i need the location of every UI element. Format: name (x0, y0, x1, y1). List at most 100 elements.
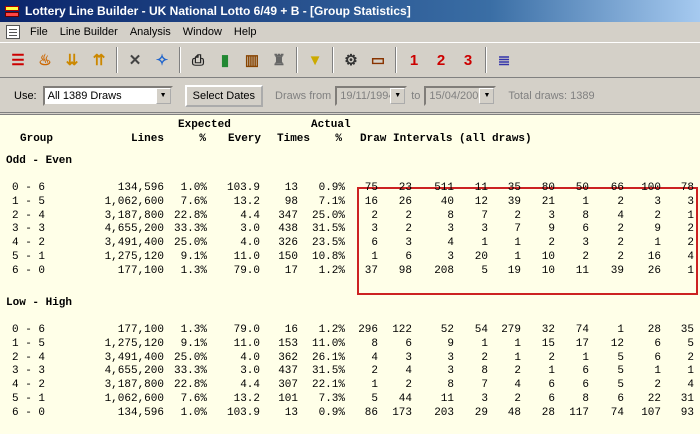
interval-cell: 16 (364, 195, 378, 208)
interval-cell: 1 (371, 251, 378, 263)
menu-analysis[interactable]: Analysis (124, 26, 177, 38)
group-cell: 0 - 6 (12, 324, 46, 336)
actual-pct-cell: 7.3% (318, 393, 345, 405)
date-to-select[interactable]: 15/04/2009 ▼ (424, 85, 497, 106)
actual-pct-cell: 10.8% (311, 251, 345, 263)
interval-cell: 1 (514, 351, 521, 364)
interval-cell: 5 (617, 379, 624, 392)
interval-cell: 5 (481, 264, 488, 277)
interval-cell: 100 (641, 182, 661, 194)
report-icon[interactable]: ≣ (492, 48, 516, 72)
times-cell: 362 (278, 351, 298, 364)
interval-cell: 1 (654, 237, 661, 250)
expected-pct-cell: 1.0% (180, 182, 207, 194)
actual-pct-cell: 22.1% (311, 379, 345, 392)
lines-cell: 4,655,200 (104, 365, 164, 378)
interval-cell: 1 (687, 365, 694, 378)
bar-chart-icon[interactable]: ▥ (240, 48, 264, 72)
chevron-down-icon[interactable]: ▼ (479, 87, 495, 104)
combine-icon[interactable]: ⇈ (87, 48, 111, 72)
actual-pct-cell: 0.9% (318, 182, 345, 194)
actual-pct-cell: 1.2% (318, 324, 345, 336)
book-icon[interactable]: ▮ (213, 48, 237, 72)
interval-cell: 2 (617, 251, 624, 263)
interval-cell: 16 (647, 251, 661, 263)
trophy-icon[interactable]: ♜ (267, 48, 291, 72)
ticket-icon[interactable]: ▭ (366, 48, 390, 72)
interval-cell: 3 (481, 393, 488, 405)
toolbar-separator (179, 47, 181, 73)
group-statistics-grid[interactable]: Expected Actual Group Lines % Every Time… (0, 114, 700, 434)
interval-cell: 2 (514, 393, 521, 405)
interval-cell: 7 (481, 379, 488, 392)
every-cell: 13.2 (233, 195, 260, 208)
interval-cell: 4 (617, 209, 624, 222)
group-cell: 6 - 0 (12, 264, 46, 277)
menu-help[interactable]: Help (228, 26, 263, 38)
group-3-icon[interactable]: 3 (456, 48, 480, 72)
lines-cell: 177,100 (117, 264, 164, 277)
every-cell: 13.2 (233, 393, 260, 405)
interval-cell: 1 (582, 351, 589, 364)
header-expected-pct: % (199, 133, 206, 145)
interval-cell: 8 (582, 393, 589, 405)
actual-pct-cell: 1.2% (318, 264, 345, 277)
section-title: Low - High (6, 297, 73, 309)
interval-cell: 2 (582, 251, 589, 263)
interval-cell: 1 (371, 379, 378, 392)
chevron-down-icon[interactable]: ▼ (390, 87, 406, 104)
wheel-icon[interactable]: ♨ (33, 48, 57, 72)
menu-line-builder[interactable]: Line Builder (54, 26, 124, 38)
header-group: Group (20, 133, 54, 145)
interval-cell: 5 (617, 365, 624, 378)
lines-icon[interactable]: ☰ (6, 48, 30, 72)
menu-file[interactable]: File (24, 26, 54, 38)
actual-pct-cell: 11.0% (311, 337, 345, 350)
group-1-icon[interactable]: 1 (402, 48, 426, 72)
analysis-icon[interactable]: ⚙ (339, 48, 363, 72)
chevron-down-icon[interactable]: ▼ (155, 87, 171, 104)
expected-pct-cell: 1.0% (180, 406, 207, 419)
date-from-select[interactable]: 19/11/1994 ▼ (335, 85, 408, 106)
times-cell: 326 (278, 237, 298, 250)
draws-select[interactable]: All 1389 Draws ▼ (42, 85, 173, 106)
interval-cell: 11 (575, 264, 589, 277)
interval-cell: 6 (654, 337, 661, 350)
group-2-icon[interactable]: 2 (429, 48, 453, 72)
interval-cell: 21 (541, 195, 555, 208)
interval-cell: 117 (569, 406, 589, 419)
interval-cell: 22 (647, 393, 661, 405)
interval-cell: 10 (541, 251, 555, 263)
funnel-icon[interactable]: ▼ (303, 48, 327, 72)
actual-pct-cell: 26.1% (311, 351, 345, 364)
expected-pct-cell: 1.3% (180, 324, 207, 336)
interval-cell: 7 (481, 209, 488, 222)
interval-cell: 107 (641, 406, 661, 419)
use-label: Use: (14, 89, 37, 102)
interval-cell: 1 (617, 324, 624, 336)
print-icon[interactable]: ⎙ (186, 48, 210, 72)
group-cell: 2 - 4 (12, 351, 46, 364)
menu-window[interactable]: Window (177, 26, 228, 38)
tools-icon[interactable]: ✕ (123, 48, 147, 72)
select-dates-button[interactable]: Select Dates (184, 84, 263, 107)
interval-cell: 50 (575, 182, 589, 194)
magic-wand-icon[interactable]: ✧ (150, 48, 174, 72)
document-icon[interactable] (6, 25, 20, 39)
every-cell: 4.4 (240, 209, 260, 222)
interval-cell: 86 (364, 406, 378, 419)
interval-cell: 35 (680, 324, 694, 336)
title-bar: Lottery Line Builder - UK National Lotto… (0, 0, 700, 22)
interval-cell: 6 (582, 365, 589, 378)
interval-cell: 8 (481, 365, 488, 378)
interval-cell: 78 (680, 182, 694, 194)
interval-cell: 9 (548, 223, 555, 236)
interval-cell: 2 (687, 237, 694, 250)
group-cell: 4 - 2 (12, 379, 46, 392)
group-cell: 3 - 3 (12, 365, 46, 378)
interval-cell: 31 (680, 393, 694, 405)
every-cell: 11.0 (233, 337, 260, 350)
every-cell: 79.0 (233, 264, 260, 277)
header-actual: Actual (311, 119, 351, 131)
filter-lines-icon[interactable]: ⇊ (60, 48, 84, 72)
